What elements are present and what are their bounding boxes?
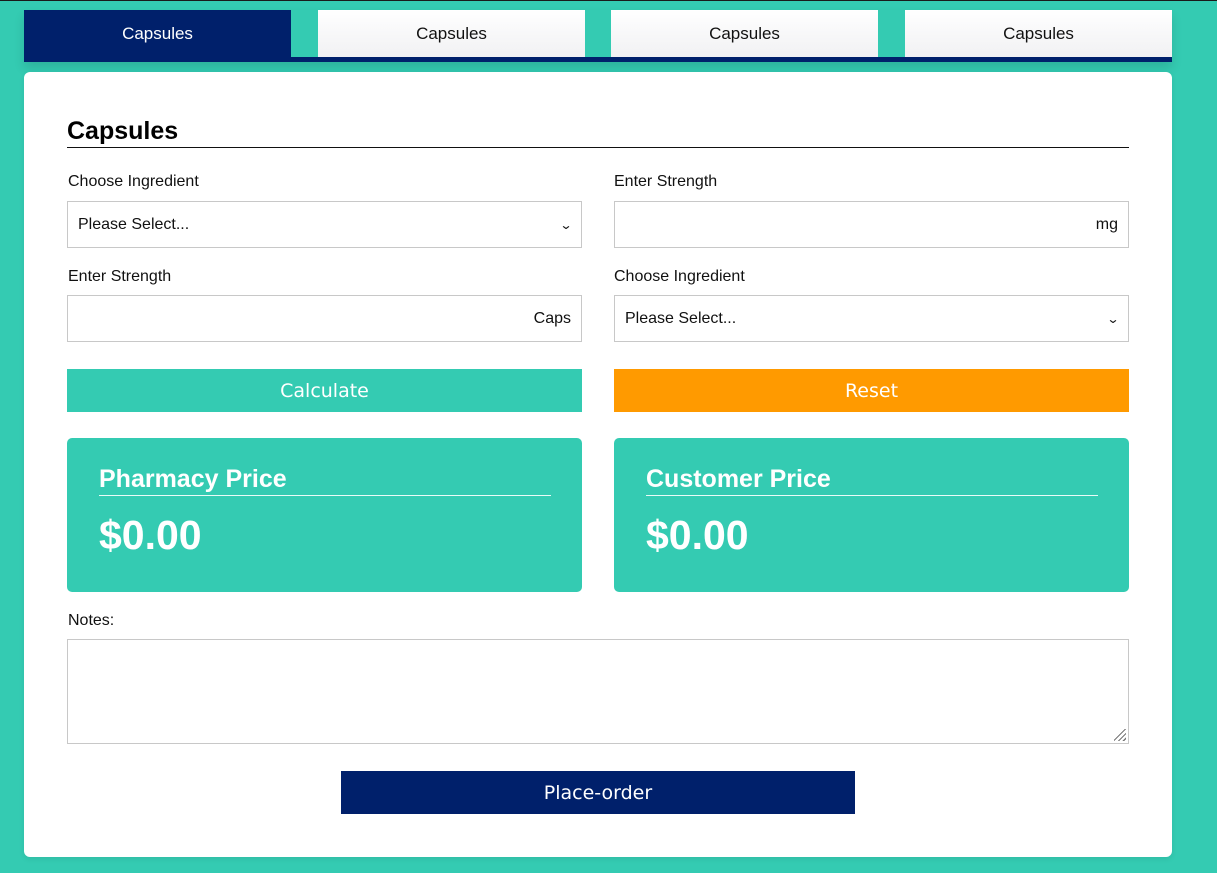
tab-capsules-4[interactable]: Capsules — [905, 10, 1172, 57]
tab-capsules-1[interactable]: Capsules — [24, 10, 291, 57]
notes-label: Notes: — [68, 612, 115, 629]
ingredient-select-1-value: Please Select... — [78, 215, 190, 233]
strength-label-1: Enter Strength — [614, 173, 718, 190]
notes-textarea[interactable] — [67, 639, 1129, 744]
ingredient-label-2: Choose Ingredient — [614, 268, 745, 285]
strength-label-2: Enter Strength — [68, 268, 172, 285]
reset-button[interactable]: Reset — [614, 369, 1129, 412]
chevron-down-icon: ⌄ — [1106, 311, 1120, 326]
calculate-button[interactable]: Calculate — [67, 369, 582, 412]
customer-price-value: $0.00 — [646, 512, 749, 558]
strength-unit-caps: Caps — [533, 309, 571, 327]
place-order-button[interactable]: Place-order — [341, 771, 855, 814]
ingredient-label-1: Choose Ingredient — [68, 173, 199, 190]
calculator-card: Capsules Choose Ingredient Please Select… — [24, 72, 1172, 857]
customer-price-label: Customer Price — [646, 464, 1098, 496]
chevron-down-icon: ⌄ — [559, 217, 573, 232]
ingredient-select-1[interactable]: Please Select... ⌄ — [67, 201, 582, 248]
form-title: Capsules — [67, 117, 1129, 148]
pharmacy-price-value: $0.00 — [99, 512, 202, 558]
tab-capsules-3[interactable]: Capsules — [611, 10, 878, 57]
customer-price-panel: Customer Price $0.00 — [614, 438, 1129, 592]
window-top-border — [0, 0, 1217, 1]
pharmacy-price-label: Pharmacy Price — [99, 464, 551, 496]
tab-capsules-2[interactable]: Capsules — [318, 10, 585, 57]
tab-bar: Capsules Capsules Capsules Capsules — [24, 10, 1172, 62]
strength-input-caps[interactable]: Caps — [67, 295, 582, 342]
strength-input-mg[interactable]: mg — [614, 201, 1129, 248]
ingredient-select-2[interactable]: Please Select... ⌄ — [614, 295, 1129, 342]
resize-handle-icon[interactable] — [1114, 729, 1126, 741]
ingredient-select-2-value: Please Select... — [625, 309, 737, 327]
strength-unit-mg: mg — [1095, 215, 1118, 233]
pharmacy-price-panel: Pharmacy Price $0.00 — [67, 438, 582, 592]
